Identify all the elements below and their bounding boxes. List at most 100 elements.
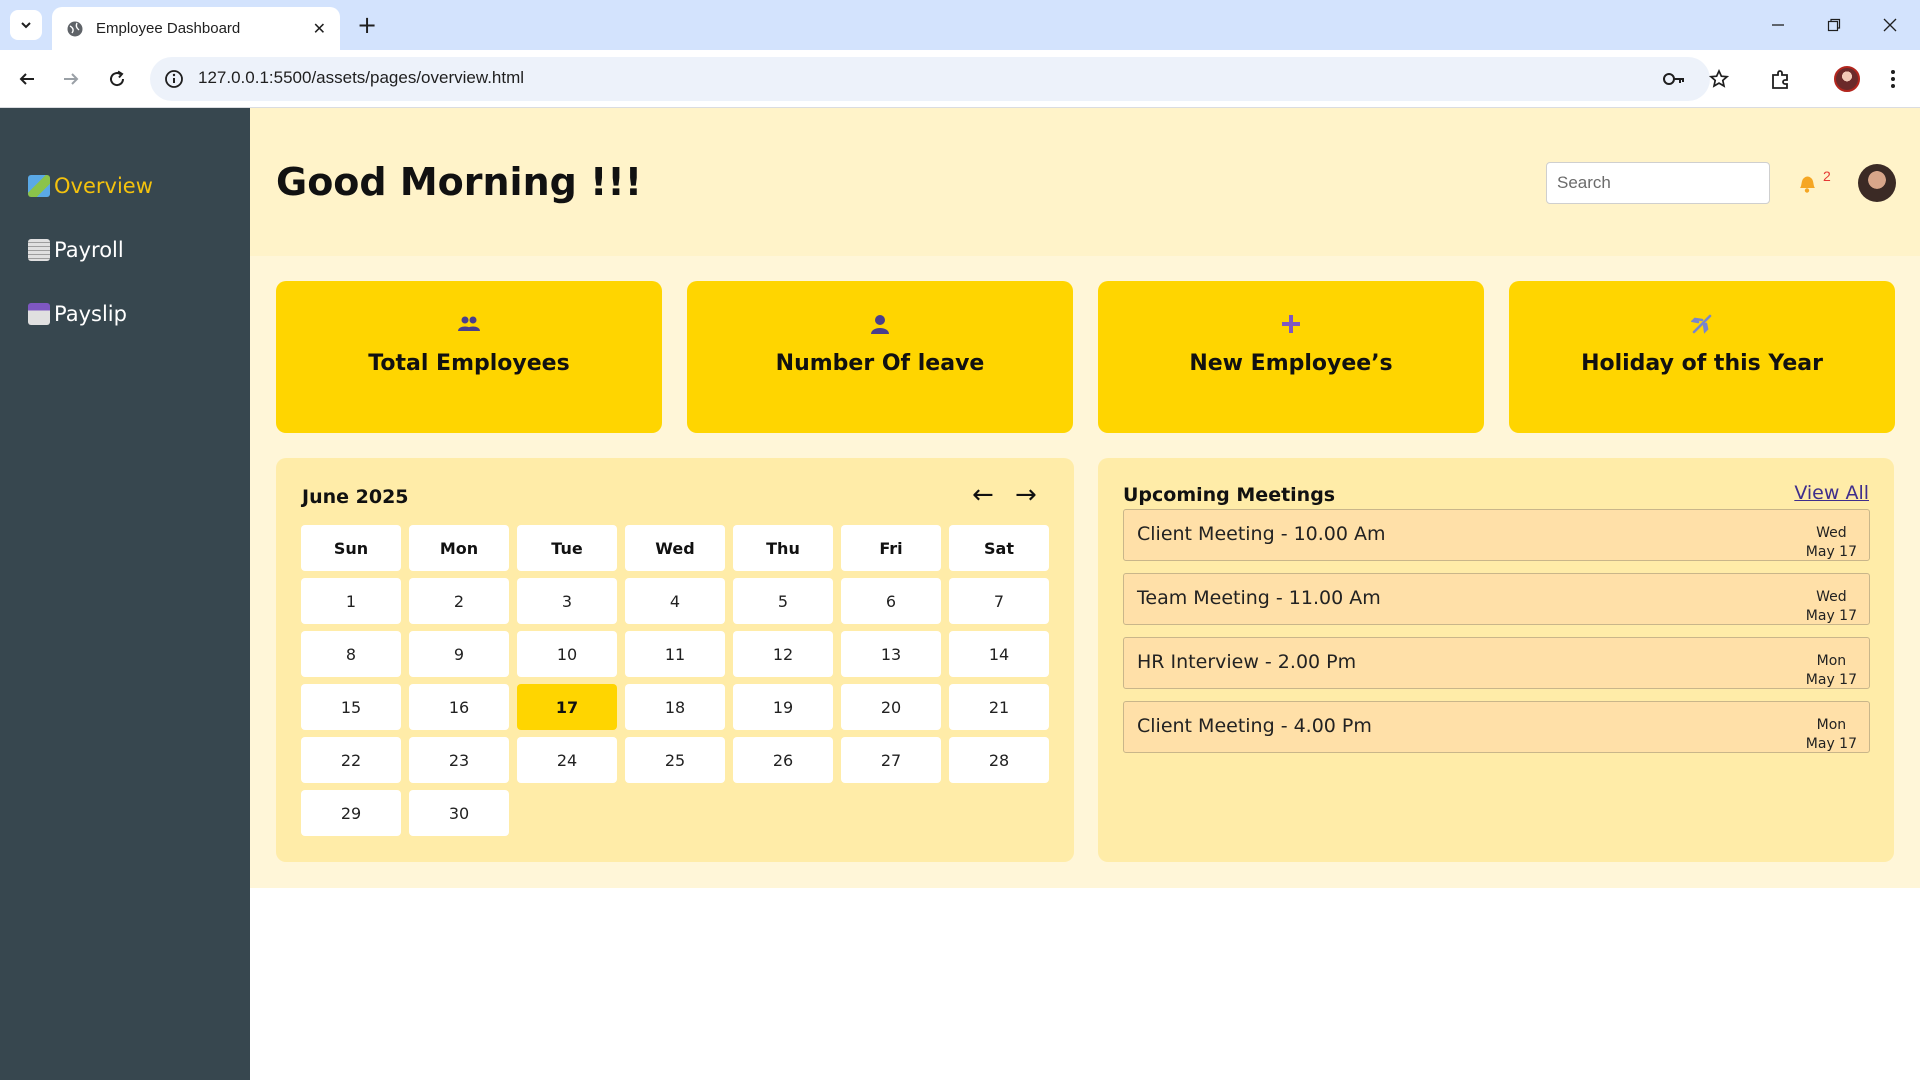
- globe-icon: [67, 21, 83, 36]
- browser-menu-button[interactable]: [1878, 64, 1908, 94]
- meeting-item[interactable]: Client Meeting - 4.00 Pm Mon May 17: [1123, 701, 1870, 753]
- meeting-day-date: May 17: [1805, 736, 1857, 752]
- calendar-day[interactable]: 10: [517, 631, 617, 677]
- url-text[interactable]: 127.0.0.1:5500/assets/pages/overview.htm…: [198, 68, 524, 88]
- minimize-button[interactable]: [1750, 0, 1806, 50]
- meeting-day-date: May 17: [1805, 672, 1857, 688]
- stat-card-total-employees[interactable]: Total Employees: [276, 281, 662, 433]
- calendar-day[interactable]: 1: [301, 578, 401, 624]
- calendar-day[interactable]: 30: [409, 790, 509, 836]
- calendar-day[interactable]: 9: [409, 631, 509, 677]
- calendar-day[interactable]: 18: [625, 684, 725, 730]
- minimize-icon: [1772, 24, 1784, 26]
- meeting-item[interactable]: Team Meeting - 11.00 Am Wed May 17: [1123, 573, 1870, 625]
- close-icon: [1883, 18, 1897, 32]
- view-all-link[interactable]: View All: [1794, 482, 1869, 504]
- meeting-day: Wed: [1816, 589, 1847, 605]
- main-area: Good Morning !!! 2 Total Employees Numbe…: [250, 108, 1920, 888]
- meeting-name: Client Meeting - 4.00 Pm: [1137, 715, 1372, 737]
- page-title: Good Morning !!!: [276, 160, 643, 204]
- calendar-day[interactable]: 4: [625, 578, 725, 624]
- calendar-day[interactable]: 24: [517, 737, 617, 783]
- stat-card-holiday[interactable]: Holiday of this Year: [1509, 281, 1895, 433]
- info-icon[interactable]: [164, 69, 184, 89]
- calendar-weekday: Wed: [625, 525, 725, 571]
- calendar-weekday: Sun: [301, 525, 401, 571]
- bookmark-star-button[interactable]: [1704, 64, 1734, 94]
- calendar-weekday: Mon: [409, 525, 509, 571]
- tab-search-button[interactable]: [10, 10, 42, 40]
- calendar-day[interactable]: 27: [841, 737, 941, 783]
- browser-toolbar: 127.0.0.1:5500/assets/pages/overview.htm…: [0, 50, 1920, 108]
- receipt-icon: [28, 239, 50, 261]
- stat-card-number-of-leave[interactable]: Number Of leave: [687, 281, 1073, 433]
- group-icon: [456, 311, 482, 337]
- calendar-day[interactable]: 29: [301, 790, 401, 836]
- stat-card-new-employees[interactable]: New Employee’s: [1098, 281, 1484, 433]
- calendar-grid: Sun Mon Tue Wed Thu Fri Sat 1 2 3 4 5 6 7 8 9 10 11 12 13 14…: [301, 525, 1053, 836]
- calendar-next-button[interactable]: →: [1015, 480, 1037, 510]
- calendar-day[interactable]: 25: [625, 737, 725, 783]
- calendar-day[interactable]: 16: [409, 684, 509, 730]
- meeting-day: Wed: [1816, 525, 1847, 541]
- calendar-month-title: June 2025: [302, 486, 409, 508]
- browser-tab[interactable]: Employee Dashboard ✕: [52, 7, 340, 50]
- stat-card-label: Total Employees: [368, 351, 570, 376]
- calendar-day[interactable]: 20: [841, 684, 941, 730]
- restore-button[interactable]: [1806, 0, 1862, 50]
- close-window-button[interactable]: [1862, 0, 1918, 50]
- browser-profile-avatar[interactable]: [1834, 66, 1860, 92]
- forward-button[interactable]: [56, 64, 86, 94]
- calendar-day[interactable]: 2: [409, 578, 509, 624]
- sidebar-item-label: Payroll: [54, 238, 124, 262]
- calendar-day[interactable]: 3: [517, 578, 617, 624]
- calendar-day[interactable]: 5: [733, 578, 833, 624]
- calendar-day[interactable]: 14: [949, 631, 1049, 677]
- sidebar-item-overview[interactable]: Overview: [28, 174, 153, 198]
- meetings-list: Client Meeting - 10.00 Am Wed May 17 Team…: [1123, 509, 1870, 765]
- calendar-day[interactable]: 6: [841, 578, 941, 624]
- calendar-day[interactable]: 21: [949, 684, 1049, 730]
- star-icon: [1709, 69, 1729, 88]
- meeting-name: HR Interview - 2.00 Pm: [1137, 651, 1357, 673]
- calendar-weekday: Tue: [517, 525, 617, 571]
- calendar-day[interactable]: 19: [733, 684, 833, 730]
- calendar-day[interactable]: 23: [409, 737, 509, 783]
- calendar-day[interactable]: 7: [949, 578, 1049, 624]
- tab-title: Employee Dashboard: [96, 20, 241, 37]
- arrow-right-icon: [64, 73, 79, 85]
- tab-close-icon[interactable]: ✕: [313, 19, 326, 38]
- sidebar-item-payslip[interactable]: Payslip: [28, 302, 127, 326]
- new-tab-button[interactable]: +: [352, 10, 382, 40]
- meeting-day-date: May 17: [1805, 608, 1857, 624]
- calendar-day[interactable]: 8: [301, 631, 401, 677]
- calendar-day[interactable]: 11: [625, 631, 725, 677]
- calendar-weekday: Fri: [841, 525, 941, 571]
- meeting-item[interactable]: HR Interview - 2.00 Pm Mon May 17: [1123, 637, 1870, 689]
- stat-card-label: Number Of leave: [775, 351, 985, 376]
- meeting-item[interactable]: Client Meeting - 10.00 Am Wed May 17: [1123, 509, 1870, 561]
- person-icon: [867, 311, 893, 337]
- search-input[interactable]: [1546, 162, 1770, 204]
- extensions-button[interactable]: [1766, 64, 1796, 94]
- airplane-icon: [1689, 311, 1715, 337]
- meeting-date: Wed May 17: [1806, 588, 1857, 626]
- calendar-day[interactable]: 28: [949, 737, 1049, 783]
- calendar-day[interactable]: 13: [841, 631, 941, 677]
- sidebar-item-payroll[interactable]: Payroll: [28, 238, 124, 262]
- calendar-day[interactable]: 12: [733, 631, 833, 677]
- calendar-prev-button[interactable]: ←: [972, 480, 994, 510]
- calendar-day[interactable]: 22: [301, 737, 401, 783]
- calendar-day[interactable]: 26: [733, 737, 833, 783]
- back-button[interactable]: [12, 64, 42, 94]
- calendar-day-today[interactable]: 17: [517, 684, 617, 730]
- calendar-weekday: Sat: [949, 525, 1049, 571]
- address-bar[interactable]: 127.0.0.1:5500/assets/pages/overview.htm…: [150, 57, 1710, 101]
- meeting-day: Mon: [1816, 717, 1847, 733]
- dashboard-content: Total Employees Number Of leave New Empl…: [250, 256, 1920, 888]
- key-icon[interactable]: [1662, 68, 1686, 90]
- reload-button[interactable]: [102, 64, 132, 94]
- bell-icon[interactable]: [1796, 172, 1818, 194]
- calendar-day[interactable]: 15: [301, 684, 401, 730]
- avatar[interactable]: [1858, 164, 1896, 202]
